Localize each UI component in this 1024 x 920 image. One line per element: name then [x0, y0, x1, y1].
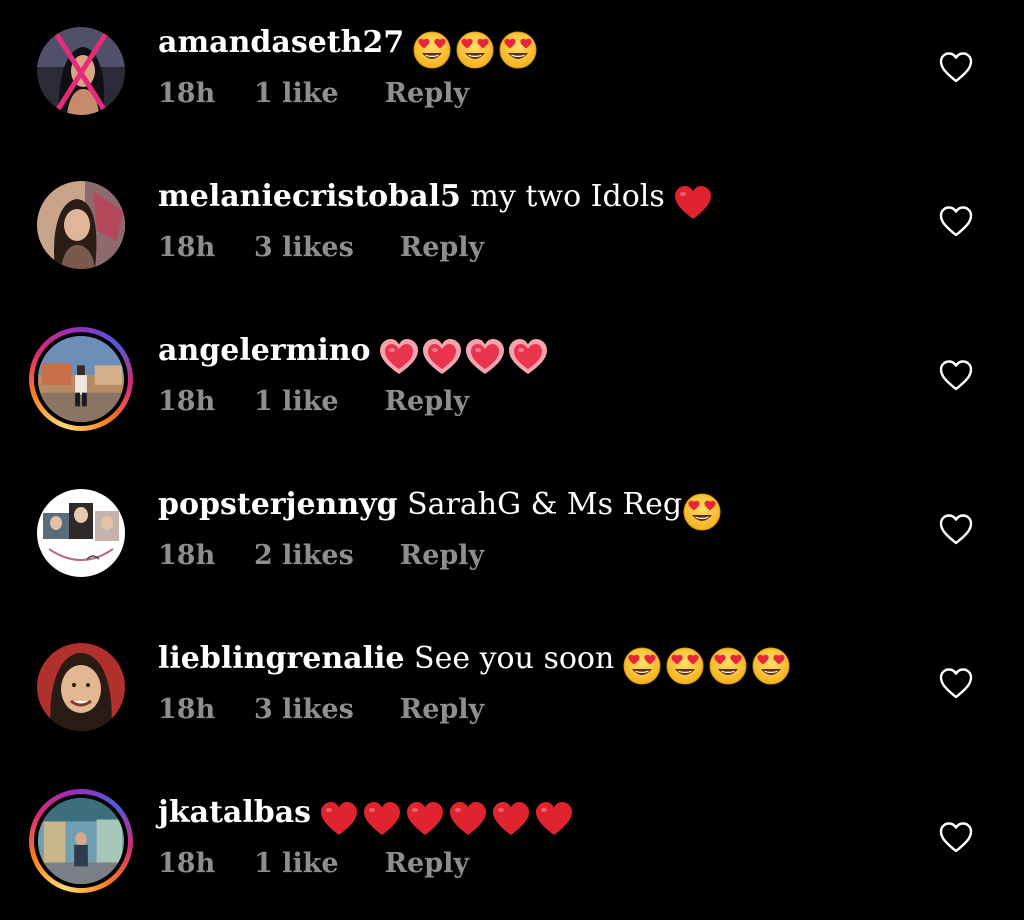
username[interactable]: popsterjennyg — [158, 487, 398, 522]
comment-text-line: jkatalbas — [158, 790, 577, 842]
red-heart-emoji-icon — [673, 184, 713, 224]
likes-count[interactable]: 1 like — [254, 382, 339, 422]
heart-eyes-emoji-icon — [412, 30, 452, 70]
username[interactable]: jkatalbas — [158, 795, 311, 830]
heart-outline-icon[interactable] — [938, 50, 974, 84]
timestamp: 18h — [158, 386, 216, 417]
reply-button[interactable]: Reply — [400, 228, 484, 268]
comment-item: lieblingrenalie See you soon 18h 3 likes R… — [0, 616, 1024, 766]
heart-eyes-emoji-icon — [708, 646, 748, 686]
reply-button[interactable]: Reply — [400, 536, 484, 576]
comment-text-line: amandaseth27 — [158, 20, 541, 72]
comment-text: See you soon — [414, 641, 615, 676]
pink-heart-emoji-icon — [465, 338, 505, 378]
reply-button[interactable]: Reply — [400, 690, 484, 730]
comment-text: SarahG & Ms Reg — [407, 487, 683, 522]
timestamp: 18h — [158, 232, 216, 263]
avatar-photo — [37, 181, 125, 269]
emoji-group — [379, 334, 551, 380]
reply-button[interactable]: Reply — [385, 844, 469, 884]
heart-eyes-emoji-icon — [665, 646, 705, 686]
likes-count[interactable]: 3 likes — [254, 690, 354, 730]
emoji-group — [682, 488, 725, 534]
likes-count[interactable]: 1 like — [254, 74, 339, 114]
red-heart-emoji-icon — [319, 800, 359, 840]
avatar-photo — [38, 798, 124, 884]
comment-text-line: lieblingrenalie See you soon — [158, 636, 794, 688]
avatar-photo — [37, 643, 125, 731]
emoji-group — [319, 796, 577, 842]
avatar[interactable] — [37, 181, 125, 269]
username[interactable]: melaniecristobal5 — [158, 179, 461, 214]
pink-heart-emoji-icon — [422, 338, 462, 378]
username[interactable]: amandaseth27 — [158, 25, 404, 60]
comment-text-line: melaniecristobal5 my two Idols — [158, 174, 716, 226]
timestamp: 18h — [158, 848, 216, 879]
red-heart-emoji-icon — [405, 800, 445, 840]
likes-count[interactable]: 2 likes — [254, 536, 354, 576]
username[interactable]: angelermino — [158, 333, 371, 368]
heart-outline-icon[interactable] — [938, 512, 974, 546]
heart-eyes-emoji-icon — [622, 646, 662, 686]
comment-meta: 18h 1 like Reply — [158, 382, 469, 422]
timestamp: 18h — [158, 540, 216, 571]
heart-outline-icon[interactable] — [938, 204, 974, 238]
comment-text: my two Idols — [470, 179, 665, 214]
pink-heart-emoji-icon — [508, 338, 548, 378]
comment-meta: 18h 2 likes Reply — [158, 536, 484, 576]
likes-count[interactable]: 1 like — [254, 844, 339, 884]
comment-item: melaniecristobal5 my two Idols 18h 3 like… — [0, 154, 1024, 304]
comment-meta: 18h 1 like Reply — [158, 74, 469, 114]
avatar[interactable] — [37, 643, 125, 731]
red-heart-emoji-icon — [534, 800, 574, 840]
heart-outline-icon[interactable] — [938, 358, 974, 392]
emoji-group — [622, 642, 794, 688]
comment-text-line: popsterjennyg SarahG & Ms Reg — [158, 482, 725, 534]
avatar-photo — [38, 336, 124, 422]
avatar[interactable] — [37, 27, 125, 115]
emoji-group — [673, 180, 716, 226]
comment-item: popsterjennyg SarahG & Ms Reg 18h 2 likes… — [0, 462, 1024, 612]
heart-eyes-emoji-icon — [455, 30, 495, 70]
avatar[interactable] — [37, 489, 125, 577]
red-heart-emoji-icon — [491, 800, 531, 840]
heart-outline-icon[interactable] — [938, 666, 974, 700]
heart-outline-icon[interactable] — [938, 820, 974, 854]
comment-item: angelermino 18h 1 like Reply — [0, 308, 1024, 458]
comment-text-line: angelermino — [158, 328, 551, 380]
red-heart-emoji-icon — [362, 800, 402, 840]
avatar-photo — [37, 27, 125, 115]
comment-item: jkatalbas 18h 1 like Reply — [0, 770, 1024, 920]
heart-eyes-emoji-icon — [682, 492, 722, 532]
comment-meta: 18h 1 like Reply — [158, 844, 469, 884]
reply-button[interactable]: Reply — [385, 382, 469, 422]
username[interactable]: lieblingrenalie — [158, 641, 404, 676]
heart-eyes-emoji-icon — [498, 30, 538, 70]
timestamp: 18h — [158, 694, 216, 725]
comment-item: amandaseth27 18h 1 like Reply — [0, 0, 1024, 150]
pink-heart-emoji-icon — [379, 338, 419, 378]
timestamp: 18h — [158, 78, 216, 109]
likes-count[interactable]: 3 likes — [254, 228, 354, 268]
red-heart-emoji-icon — [448, 800, 488, 840]
emoji-group — [412, 26, 541, 72]
comment-meta: 18h 3 likes Reply — [158, 228, 484, 268]
avatar-photo — [37, 489, 125, 577]
avatar[interactable] — [29, 327, 133, 431]
reply-button[interactable]: Reply — [385, 74, 469, 114]
heart-eyes-emoji-icon — [751, 646, 791, 686]
comment-meta: 18h 3 likes Reply — [158, 690, 484, 730]
avatar[interactable] — [29, 789, 133, 893]
